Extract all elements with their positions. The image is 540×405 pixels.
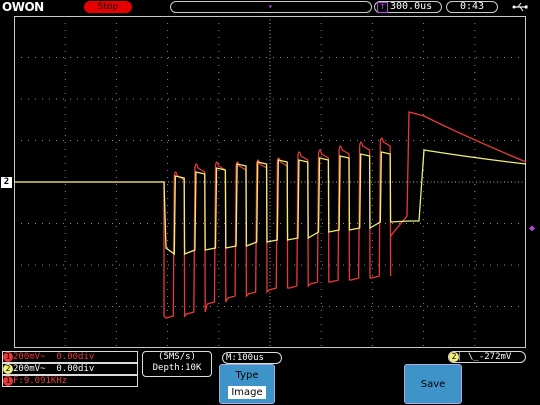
ch1-offset: 0.00div (56, 352, 95, 362)
save-button[interactable]: Save (404, 364, 462, 404)
bottom-panel: 1 200mV~ 0.00div 2 200mV~ 0.00div 1 F:9.091… (0, 349, 540, 405)
acquisition-readout: (5MS/s) Depth:10K (142, 351, 212, 377)
ch2-offset: 0.00div (56, 364, 95, 374)
freq-badge-icon: 1 (3, 376, 13, 386)
timebase-readout: T 300.0us (374, 1, 442, 13)
ch2-scale: 200mV~ (13, 364, 46, 374)
ch2-level-marker[interactable]: 2 (1, 177, 12, 188)
type-button-label: Type (235, 370, 259, 381)
trigger-readout: 2 ⎸\_-272mV (448, 351, 526, 363)
waveform-graticule (14, 16, 526, 348)
ch1-readout: 1 200mV~ 0.00div (2, 351, 138, 363)
timebase-value: 300.0us (390, 1, 433, 12)
horizontal-position-bar[interactable]: ▾ (170, 1, 372, 13)
top-status-bar: OWON Stop ▾ T 300.0us 0:43 (0, 0, 540, 14)
memory-depth: Depth:10K (152, 363, 202, 373)
oscilloscope-screen: OWON Stop ▾ T 300.0us 0:43 2 ◆ 1 200mV~ 0.… (0, 0, 540, 405)
run-stop-indicator[interactable]: Stop (84, 1, 132, 13)
frequency-readout: 1 F:9.091KHz (2, 375, 138, 387)
trigger-level-value: -272mV (478, 352, 512, 362)
frequency-value: F:9.091KHz (13, 376, 68, 386)
ch2-readout: 2 200mV~ 0.00div (2, 363, 138, 375)
type-menu-button[interactable]: Type Image (219, 364, 275, 404)
trigger-level-marker-icon[interactable]: ◆ (529, 224, 535, 234)
waveform-display (14, 16, 526, 348)
type-button-value: Image (228, 386, 266, 399)
brand-logo: OWON (2, 0, 44, 14)
trigger-position-caret-icon: ▾ (268, 2, 273, 11)
main-timebase-readout: M:100us (222, 352, 282, 364)
ch1-badge-icon: 1 (3, 352, 13, 362)
falling-edge-icon: ⎸\_ (459, 352, 479, 362)
ch2-badge-icon: 2 (3, 364, 13, 374)
sample-rate: (5MS/s) (158, 352, 196, 362)
ch1-scale: 200mV~ (13, 352, 46, 362)
clock-readout: 0:43 (446, 1, 498, 13)
timebase-badge-icon: T (377, 2, 388, 13)
trigger-source-badge-icon: 2 (449, 352, 459, 362)
usb-icon (512, 2, 528, 12)
